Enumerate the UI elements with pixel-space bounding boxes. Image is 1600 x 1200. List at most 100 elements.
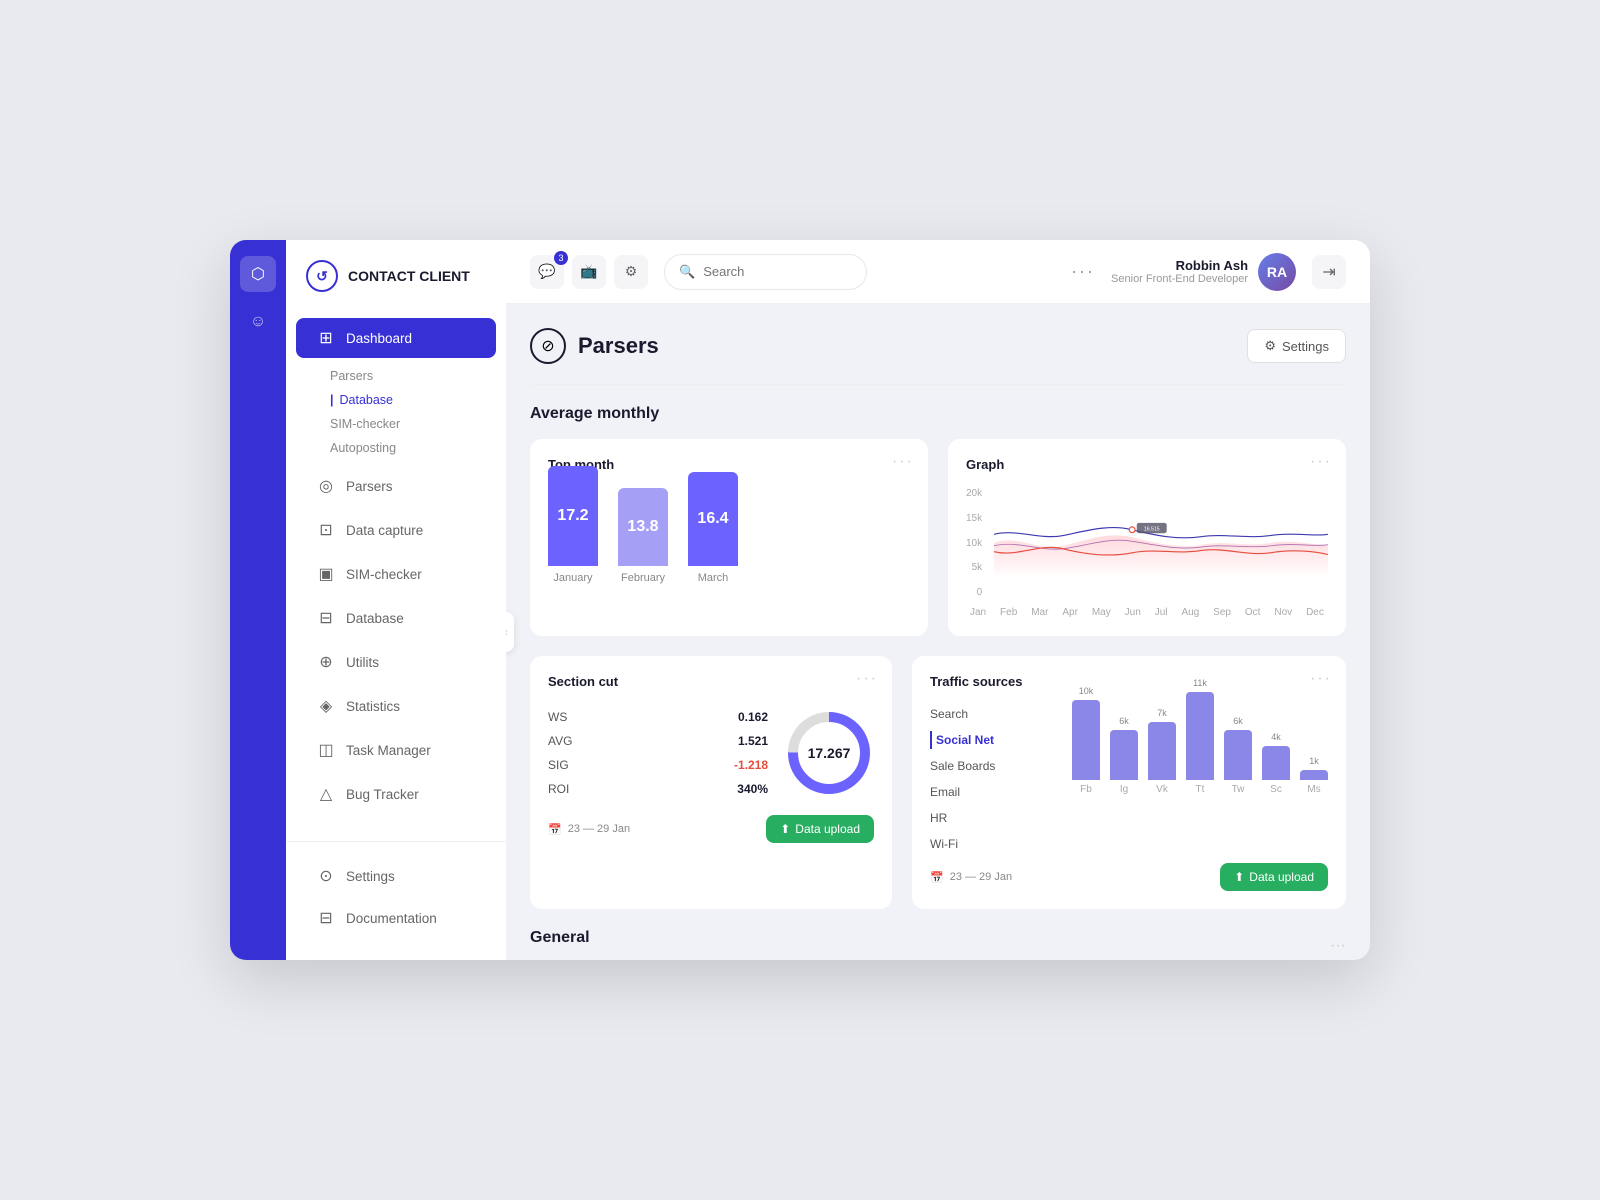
bar-ms-value: 1k — [1309, 756, 1319, 766]
sidebar-item-task-manager[interactable]: ◫ Task Manager — [296, 730, 496, 770]
bottom-row: Section cut ··· WS 0.162 AVG 1.521 — [530, 656, 1346, 909]
section-cut-card: Section cut ··· WS 0.162 AVG 1.521 — [530, 656, 892, 909]
traffic-date-range: 📅 23 — 29 Jan — [930, 871, 1012, 884]
bar-fb-value: 10k — [1079, 686, 1094, 696]
bar-february-bar: 13.8 — [618, 488, 668, 566]
top-month-dots[interactable]: ··· — [892, 453, 914, 471]
donut-chart: 17.267 — [784, 708, 874, 798]
bar-tt: 11k Tt — [1186, 678, 1214, 795]
sidebar-item-utilits[interactable]: ⊕ Utilits — [296, 642, 496, 682]
sidebar-item-bug-tracker[interactable]: △ Bug Tracker — [296, 774, 496, 814]
traffic-search[interactable]: Search — [930, 705, 1060, 723]
dashboard-icon: ⊞ — [316, 328, 336, 348]
traffic-social-net[interactable]: Social Net — [930, 731, 1060, 749]
graph-dots[interactable]: ··· — [1310, 453, 1332, 471]
date-range-text: 23 — 29 Jan — [568, 823, 630, 835]
tv-button[interactable]: 📺 — [572, 255, 606, 289]
bar-sc: 4k Sc — [1262, 732, 1290, 795]
graph-card: Graph ··· 20k15k10k5k0 — [948, 439, 1346, 636]
page-icon: ⊘ — [530, 328, 566, 364]
donut-value: 17.267 — [808, 745, 851, 761]
documentation-icon: ⊟ — [316, 908, 336, 928]
traffic-chart-area: 10k Fb 6k Ig 7k — [1072, 705, 1328, 853]
sidebar-item-documentation[interactable]: ⊟ Documentation — [296, 898, 496, 938]
messages-button[interactable]: 💬 3 — [530, 255, 564, 289]
metric-avg-val: 1.521 — [738, 734, 768, 748]
traffic-hr[interactable]: HR — [930, 809, 1060, 827]
bar-tw-bar — [1224, 730, 1252, 780]
sidebar-item-settings[interactable]: ⊙ Settings — [296, 856, 496, 896]
icon-rail: ⬡ ☺ — [230, 240, 286, 960]
more-options[interactable]: ··· — [1071, 261, 1095, 282]
notification-badge: 3 — [554, 251, 568, 265]
sidebar-item-dashboard[interactable]: ⊞ Dashboard — [296, 318, 496, 358]
settings-btn-label: Settings — [1282, 339, 1329, 354]
sub-nav-sim-checker[interactable]: SIM-checker — [330, 412, 506, 436]
search-input[interactable] — [703, 264, 851, 279]
traffic-wifi[interactable]: Wi-Fi — [930, 835, 1060, 853]
general-section: General ··· Work Status ··· Function — [530, 929, 1346, 960]
rail-icon-main[interactable]: ⬡ — [240, 256, 276, 292]
top-month-title: Top month — [548, 457, 910, 472]
general-header: General ··· — [530, 929, 1346, 960]
statistics-icon: ◈ — [316, 696, 336, 716]
bar-vk-value: 7k — [1157, 708, 1167, 718]
bar-fb: 10k Fb — [1072, 686, 1100, 795]
general-title: General — [530, 929, 590, 947]
traffic-dots[interactable]: ··· — [1310, 670, 1332, 688]
sub-nav-database[interactable]: Database — [330, 388, 506, 412]
settings-button[interactable]: ⚙ Settings — [1247, 329, 1346, 363]
sidebar-item-label: Database — [346, 611, 404, 626]
metric-avg: AVG 1.521 — [548, 729, 768, 753]
traffic-upload-button[interactable]: ⬆ Data upload — [1220, 863, 1328, 891]
user-info: Robbin Ash Senior Front-End Developer — [1111, 258, 1248, 285]
bar-february: 13.8 February — [618, 488, 668, 584]
traffic-date-range-text: 23 — 29 Jan — [950, 871, 1012, 883]
search-bar[interactable]: 🔍 — [664, 254, 867, 290]
metric-roi: ROI 340% — [548, 777, 768, 801]
sidebar-item-statistics[interactable]: ◈ Statistics — [296, 686, 496, 726]
section-cut-dots[interactable]: ··· — [856, 670, 878, 688]
sidebar-item-parsers[interactable]: ◎ Parsers — [296, 466, 496, 506]
bar-march-bar: 16.4 — [688, 472, 738, 566]
sub-nav-autoposting[interactable]: Autoposting — [330, 436, 506, 460]
divider — [530, 384, 1346, 385]
sidebar-item-label: Utilits — [346, 655, 379, 670]
traffic-calendar-icon: 📅 — [930, 871, 944, 884]
sidebar-item-database[interactable]: ⊟ Database — [296, 598, 496, 638]
metric-ws: WS 0.162 — [548, 705, 768, 729]
rail-icon-secondary[interactable]: ☺ — [240, 304, 276, 340]
bar-fb-label: Fb — [1080, 784, 1092, 795]
task-manager-icon: ◫ — [316, 740, 336, 760]
bar-fb-bar — [1072, 700, 1100, 780]
sidebar-item-label: Task Manager — [346, 743, 431, 758]
user-role: Senior Front-End Developer — [1111, 273, 1248, 285]
settings-header-button[interactable]: ⚙ — [614, 255, 648, 289]
sidebar-item-data-capture[interactable]: ⊡ Data capture — [296, 510, 496, 550]
bar-ms-bar — [1300, 770, 1328, 780]
traffic-sale-boards[interactable]: Sale Boards — [930, 757, 1060, 775]
content-area: ‹ ⊘ Parsers ⚙ Settings Average monthly T… — [506, 304, 1370, 960]
tooltip-text: 16.515 — [1144, 526, 1160, 532]
bar-march: 16.4 March — [688, 472, 738, 584]
bar-sc-label: Sc — [1270, 784, 1282, 795]
top-row: Top month ··· 17.2 January — [530, 439, 1346, 636]
upload-button[interactable]: ⬆ Data upload — [766, 815, 874, 843]
traffic-email[interactable]: Email — [930, 783, 1060, 801]
graph-title: Graph — [966, 457, 1328, 472]
database-icon: ⊟ — [316, 608, 336, 628]
bar-vk: 7k Vk — [1148, 708, 1176, 795]
section-cut-content: WS 0.162 AVG 1.521 SIG -1.218 — [548, 705, 874, 801]
general-dots[interactable]: ··· — [1330, 937, 1346, 955]
traffic-bar-chart: 10k Fb 6k Ig 7k — [1072, 705, 1328, 795]
expand-button[interactable]: ⇥ — [1312, 255, 1346, 289]
scroll-indicator[interactable]: ‹ — [506, 612, 514, 652]
avatar[interactable]: RA — [1258, 253, 1296, 291]
bar-vk-bar — [1148, 722, 1176, 780]
tooltip-dot — [1129, 527, 1135, 533]
sidebar-item-sim-checker[interactable]: ▣ SIM-checker — [296, 554, 496, 594]
bar-tt-value: 11k — [1193, 678, 1207, 688]
sidebar-item-label: Bug Tracker — [346, 787, 419, 802]
bar-ig-bar — [1110, 730, 1138, 780]
sub-nav-parsers[interactable]: Parsers — [330, 364, 506, 388]
